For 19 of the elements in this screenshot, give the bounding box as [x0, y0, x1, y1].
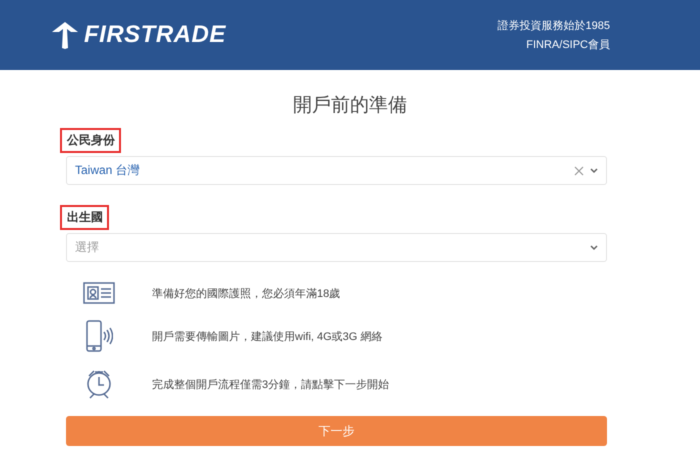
chevron-down-icon[interactable] — [590, 168, 598, 174]
arrow-logo-icon — [52, 21, 78, 49]
field-label: 公民身份 — [60, 128, 121, 153]
next-button[interactable]: 下一步 — [66, 416, 607, 446]
chevron-down-icon[interactable] — [590, 244, 598, 250]
phone-signal-icon — [85, 320, 113, 352]
checklist-text: 準備好您的國際護照，您必須年滿18歲 — [152, 286, 340, 300]
id-card-icon — [83, 282, 115, 304]
membership-text: FINRA/SIPC會員 — [526, 38, 610, 52]
logo-text: FIRSTRADE — [84, 21, 226, 49]
select-field[interactable]: Taiwan 台灣 — [66, 156, 607, 185]
tagline: 證券投資服務始於1985 — [498, 19, 610, 33]
checklist-text: 開戶需要傳輸圖片，建議使用wifi, 4G或3G 網絡 — [152, 330, 382, 344]
alarm-clock-icon — [85, 368, 113, 400]
page-title: 開戶前的準備 — [292, 94, 408, 118]
clear-icon[interactable] — [574, 166, 584, 176]
checklist-text: 完成整個開戶流程僅需3分鐘，請點擊下一步開始 — [152, 378, 390, 392]
select-field[interactable]: 選擇 — [66, 233, 607, 262]
field-label: 出生國 — [60, 205, 109, 230]
